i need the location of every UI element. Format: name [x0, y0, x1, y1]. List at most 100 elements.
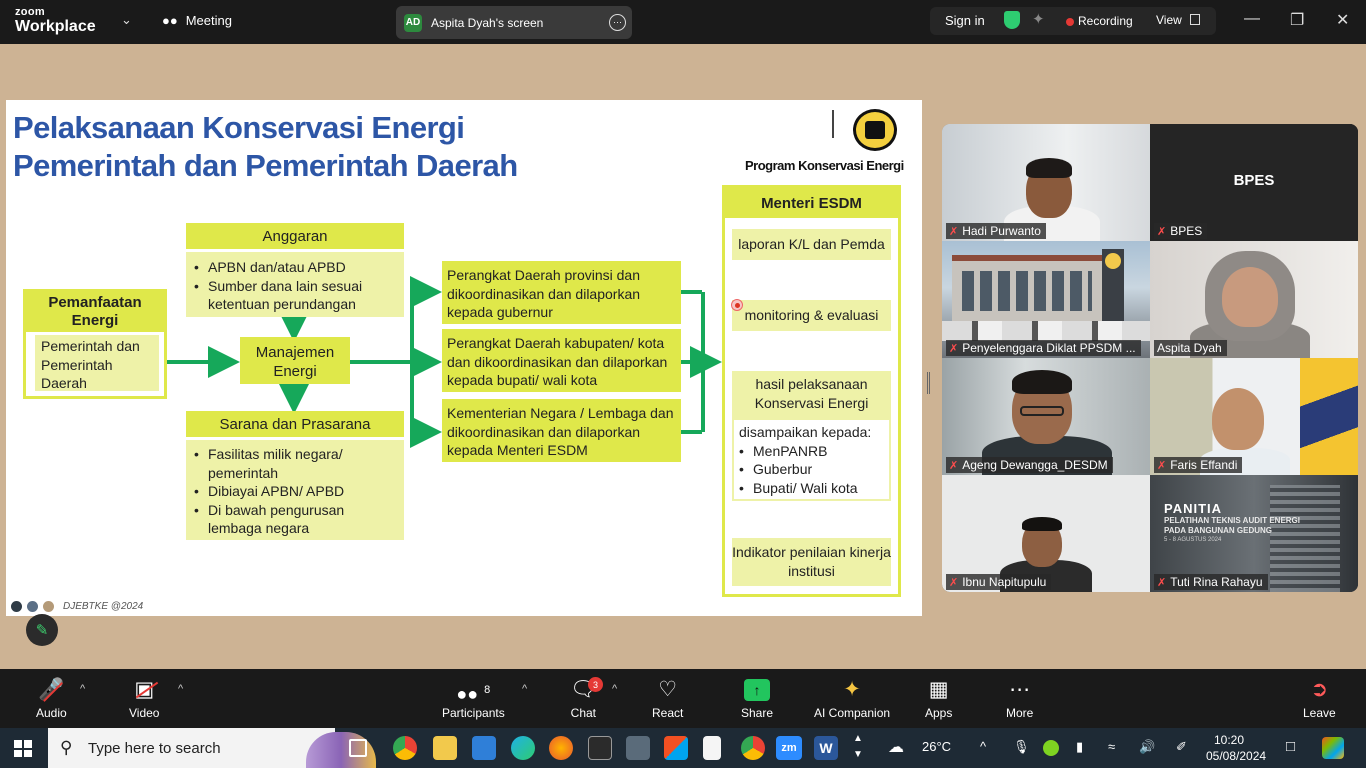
copilot-icon[interactable]	[1322, 737, 1344, 759]
taskbar-search-box[interactable]: ⚲ Type here to search	[48, 728, 376, 768]
shared-screen-pill[interactable]: AD Aspita Dyah's screen ···	[396, 6, 632, 39]
chat-options-caret[interactable]: ^	[612, 683, 617, 695]
video-button[interactable]: ▣ Video	[129, 677, 159, 720]
edge-icon[interactable]	[511, 736, 535, 760]
mic-off-icon: ✗	[1157, 576, 1167, 589]
notifications-icon[interactable]: □	[1286, 738, 1295, 755]
apps-label: Apps	[925, 706, 953, 720]
apps-button[interactable]: ▦ Apps	[925, 677, 952, 720]
video-tile[interactable]: ✗ Ibnu Napitupulu	[942, 475, 1150, 592]
weather-cloud-icon[interactable]: ☁	[888, 737, 904, 757]
participant-name: Penyelenggara Diklat PPSDM ...	[962, 341, 1136, 355]
meeting-menu[interactable]: ●● Meeting	[162, 13, 232, 28]
video-gallery: ✗ Hadi Purwanto BPES ✗ BPES ✗ Penyelenggara…	[942, 124, 1358, 592]
zoom-title-bar: zoom Workplace ⌄ ●● Meeting AD Aspita Dy…	[0, 0, 1366, 44]
zoom-workplace-logo[interactable]: zoom Workplace	[15, 7, 96, 35]
word-icon[interactable]: W	[814, 736, 838, 760]
view-grid-icon[interactable]	[1190, 14, 1200, 25]
taskbar-scroll-icon[interactable]: ▲ ▼	[853, 731, 863, 763]
participant-name: Hadi Purwanto	[962, 224, 1041, 238]
microphone-icon[interactable]: 🎙	[1013, 739, 1030, 755]
mic-off-icon: ✗	[949, 576, 959, 589]
restore-icon[interactable]: ❐	[1290, 10, 1304, 30]
audio-button[interactable]: 🎤 Audio	[36, 677, 67, 720]
minimize-icon[interactable]: —	[1244, 10, 1260, 28]
mail-icon[interactable]	[472, 736, 496, 760]
windows-start-icon[interactable]	[14, 740, 32, 757]
ai-companion-button[interactable]: ✦ AI Companion	[814, 677, 890, 720]
recording-status[interactable]: Recording	[1078, 14, 1133, 28]
chrome-profile-icon[interactable]	[741, 736, 765, 760]
pemanfaatan-title: Pemanfaatan Energi	[26, 292, 164, 332]
printer-icon[interactable]	[626, 736, 650, 760]
share-button[interactable]: ↑ Share	[741, 677, 773, 720]
video-tile[interactable]: PANITIA PELATIHAN TEKNIS AUDIT ENERGI PA…	[1150, 475, 1358, 592]
more-button[interactable]: ⋯ More	[1006, 677, 1033, 720]
search-placeholder: Type here to search	[88, 739, 221, 757]
annotate-pencil-icon[interactable]: ✎	[26, 614, 58, 646]
list-item: Guberbur	[739, 460, 884, 479]
logo-line1: zoom	[15, 6, 45, 18]
ai-sparkle-icon[interactable]: ✦	[1032, 10, 1045, 28]
recording-dot-icon	[1066, 18, 1074, 26]
view-button[interactable]: View	[1156, 13, 1182, 27]
audio-label: Audio	[36, 706, 67, 720]
perangkat-provinsi-box: Perangkat Daerah provinsi dan dikoordina…	[442, 261, 681, 324]
monitoring-box: monitoring & evaluasi	[732, 300, 891, 331]
anggaran-list: APBN dan/atau APBD Sumber dana lain sesu…	[194, 258, 396, 314]
share-label: Share	[741, 706, 774, 720]
file-explorer-icon[interactable]	[433, 736, 457, 760]
participants-button[interactable]: ●● 8 Participants	[442, 677, 505, 720]
audio-options-caret[interactable]: ^	[80, 683, 85, 695]
camera-off-icon: ▣	[134, 677, 159, 703]
video-tile-active-speaker[interactable]: Aspita Dyah	[1150, 241, 1358, 358]
task-view-icon[interactable]	[349, 739, 367, 757]
list-item: Fasilitas milik negara/ pemerintah	[194, 445, 396, 482]
tray-app-icon[interactable]	[1043, 740, 1059, 756]
panitia-sub1: PELATIHAN TEKNIS AUDIT ENERGI	[1164, 516, 1301, 525]
taskbar-clock[interactable]: 10:20 05/08/2024	[1206, 732, 1267, 764]
react-button[interactable]: ♡ React	[652, 677, 683, 720]
list-item: Sumber dana lain sesuai ketentuan perund…	[194, 277, 396, 314]
close-icon[interactable]: ✕	[1336, 10, 1349, 30]
leave-button[interactable]: ➲ Leave	[1303, 677, 1336, 720]
wifi-icon[interactable]: ≈	[1108, 739, 1115, 754]
app-icon[interactable]	[588, 736, 612, 760]
more-label: More	[1006, 706, 1034, 720]
chevron-down-icon[interactable]: ⌄	[121, 12, 132, 28]
footer-dots	[11, 601, 54, 612]
video-tile[interactable]: ✗ Ageng Dewangga_DESDM	[942, 358, 1150, 475]
firefox-icon[interactable]	[549, 736, 573, 760]
zoom-taskbar-icon[interactable]: zm	[776, 736, 802, 760]
notepad-icon[interactable]	[703, 736, 721, 760]
participants-count: 8	[484, 684, 491, 696]
leave-label: Leave	[1303, 706, 1336, 720]
resize-handle[interactable]	[927, 372, 930, 394]
volume-icon[interactable]: 🔊	[1139, 739, 1155, 755]
video-options-caret[interactable]: ^	[178, 683, 183, 695]
video-tile[interactable]: BPES ✗ BPES	[1150, 124, 1358, 241]
menteri-title: Menteri ESDM	[725, 188, 898, 218]
sign-in-button[interactable]: Sign in	[945, 13, 985, 28]
panitia-title: PANITIA	[1164, 501, 1223, 516]
participant-name: Aspita Dyah	[1157, 341, 1222, 355]
more-options-icon[interactable]: ···	[609, 14, 626, 31]
video-label: Video	[129, 706, 160, 720]
manajemen-energi-box: Manajemen Energi	[240, 337, 350, 384]
shared-screen-label: Aspita Dyah's screen	[431, 15, 544, 30]
search-icon: ⚲	[60, 738, 73, 757]
battery-icon[interactable]: ▮	[1076, 739, 1083, 755]
shield-icon[interactable]	[1004, 11, 1020, 29]
store-icon[interactable]	[664, 736, 688, 760]
weather-temp[interactable]: 26°C	[922, 739, 951, 754]
pen-icon[interactable]: ✐	[1176, 739, 1187, 755]
video-tile[interactable]: ✗ Faris Effandi	[1150, 358, 1358, 475]
participants-options-caret[interactable]: ^	[522, 683, 527, 695]
tray-chevron-icon[interactable]: ^	[980, 739, 986, 754]
chrome-icon[interactable]	[393, 736, 417, 760]
video-tile[interactable]: ✗ Hadi Purwanto	[942, 124, 1150, 241]
laser-pointer-icon	[731, 299, 743, 311]
clock-date: 05/08/2024	[1206, 749, 1267, 763]
sharer-avatar: AD	[404, 13, 422, 32]
video-tile[interactable]: ✗ Penyelenggara Diklat PPSDM ...	[942, 241, 1150, 358]
